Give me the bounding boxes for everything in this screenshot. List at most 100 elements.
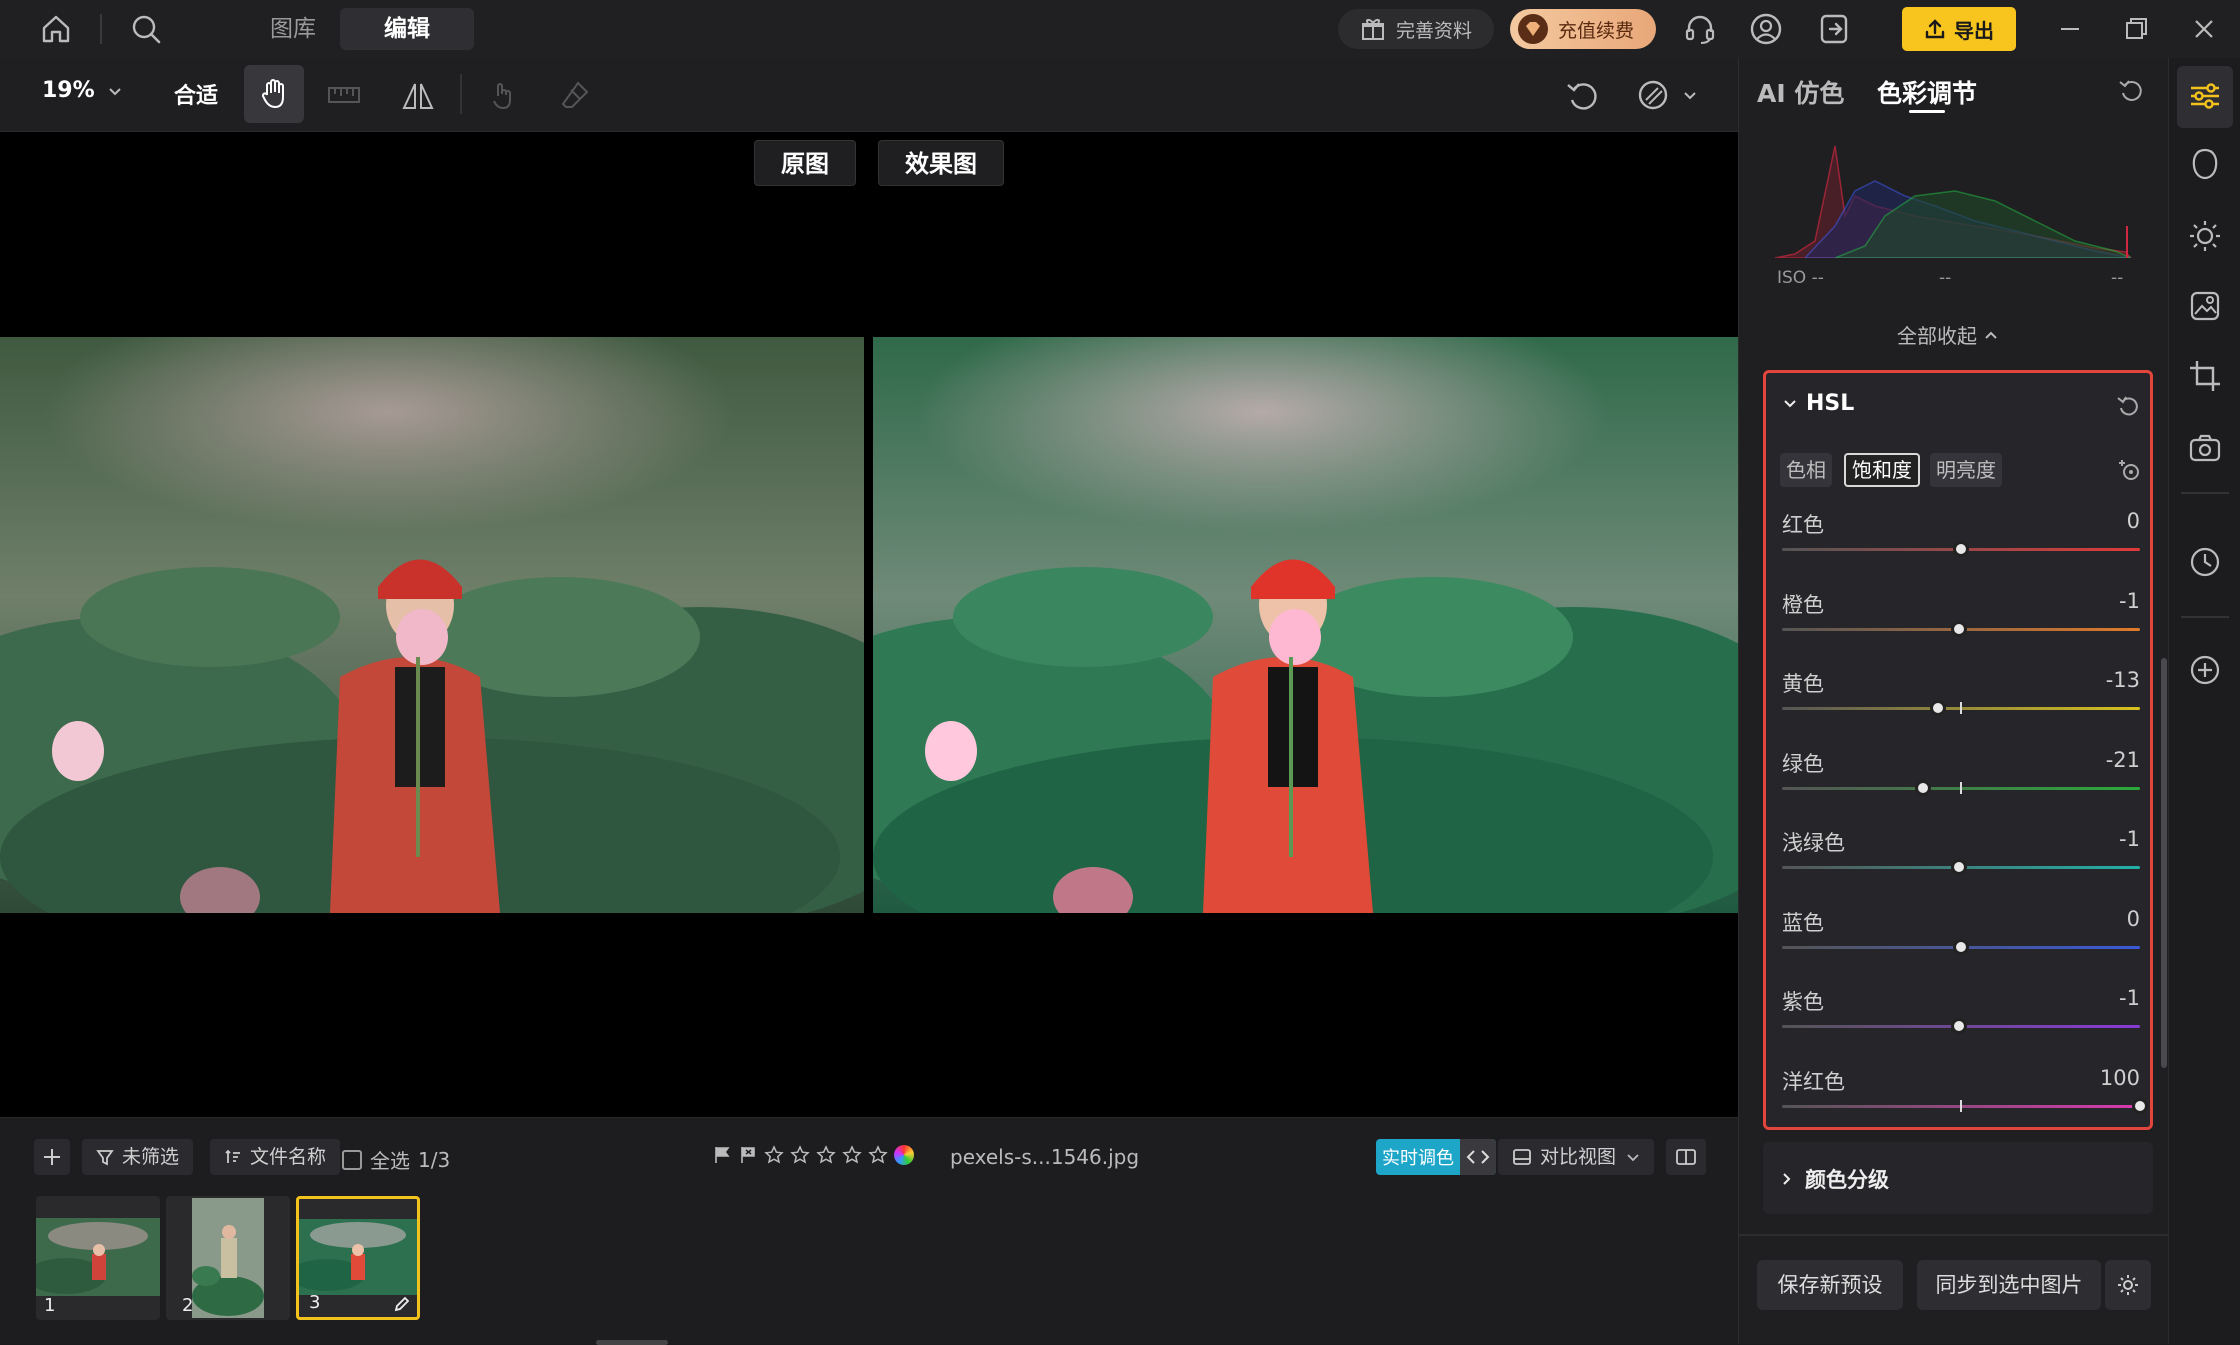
rating-bar bbox=[712, 1145, 914, 1165]
original-label: 原图 bbox=[754, 140, 856, 186]
reset-all-icon[interactable] bbox=[2117, 76, 2145, 104]
close-icon[interactable] bbox=[2186, 11, 2222, 47]
logout-icon[interactable] bbox=[1816, 11, 1852, 47]
hsl-tab-saturation[interactable]: 饱和度 bbox=[1844, 453, 1920, 487]
hsl-slider-knob[interactable] bbox=[1951, 859, 1968, 875]
hsl-slider-value[interactable]: -1 bbox=[2119, 986, 2140, 1010]
divider bbox=[460, 74, 462, 114]
crop-icon[interactable] bbox=[2187, 358, 2223, 394]
home-icon[interactable] bbox=[38, 11, 74, 47]
thumbnail-2[interactable]: 2 bbox=[166, 1196, 290, 1320]
color-grading-section[interactable]: 颜色分级 bbox=[1763, 1142, 2153, 1214]
filmstrip-scrollbar[interactable] bbox=[596, 1340, 668, 1345]
tab-color-adjust[interactable]: 色彩调节 bbox=[1877, 74, 1977, 110]
hsl-slider-label: 洋红色 bbox=[1782, 1069, 1845, 1094]
hsl-slider-label: 黄色 bbox=[1782, 672, 1824, 696]
eraser-icon[interactable] bbox=[558, 78, 592, 112]
hsl-slider-knob[interactable] bbox=[1951, 1018, 1968, 1034]
complete-profile-button[interactable]: 完善资料 bbox=[1338, 9, 1495, 49]
split-view-button[interactable] bbox=[1666, 1139, 1706, 1175]
flip-icon[interactable] bbox=[400, 78, 436, 114]
sun-icon[interactable] bbox=[2187, 218, 2223, 254]
tab-edit[interactable]: 编辑 bbox=[340, 8, 474, 50]
filename: pexels-s...1546.jpg bbox=[950, 1145, 1140, 1169]
search-icon[interactable] bbox=[128, 11, 164, 47]
hsl-slider-knob[interactable] bbox=[1953, 938, 1969, 955]
touch-icon[interactable] bbox=[486, 78, 520, 112]
history-icon[interactable] bbox=[2187, 544, 2223, 580]
sort-button[interactable]: 文件名称 bbox=[210, 1139, 341, 1175]
hsl-slider-knob[interactable] bbox=[2132, 1097, 2148, 1114]
iso-label: ISO -- bbox=[1777, 268, 1824, 288]
compare-view-select[interactable]: 对比视图 bbox=[1498, 1139, 1655, 1175]
thumbnail-3[interactable]: 3 bbox=[296, 1196, 420, 1320]
star-icon[interactable] bbox=[764, 1145, 784, 1165]
thumbnail-index: 1 bbox=[44, 1295, 56, 1316]
thumbnail-1[interactable]: 1 bbox=[36, 1196, 160, 1320]
target-adjust-icon[interactable] bbox=[2116, 457, 2142, 483]
save-preset-button[interactable]: 保存新预设 bbox=[1757, 1260, 1903, 1310]
restore-icon[interactable] bbox=[2118, 11, 2154, 47]
hsl-slider-knob[interactable] bbox=[1915, 779, 1932, 796]
add-image-button[interactable] bbox=[34, 1139, 70, 1175]
settings-button[interactable] bbox=[2105, 1260, 2151, 1310]
hsl-reset-icon[interactable] bbox=[2116, 393, 2140, 417]
sync-button[interactable]: 同步到选中图片 bbox=[1917, 1260, 2101, 1310]
hsl-slider-knob[interactable] bbox=[1953, 541, 1969, 557]
image-canvas[interactable]: 原图 效果图 bbox=[0, 132, 1738, 1117]
hsl-slider-value[interactable]: 100 bbox=[2100, 1066, 2140, 1090]
undo-icon[interactable] bbox=[1564, 76, 1602, 114]
edit-toolbar: 19% 合适 bbox=[0, 58, 1738, 132]
overlay-mode-select[interactable] bbox=[1634, 76, 1698, 114]
headset-icon[interactable] bbox=[1682, 11, 1718, 47]
complete-profile-label: 完善资料 bbox=[1396, 19, 1473, 42]
star-icon[interactable] bbox=[816, 1145, 836, 1165]
flag-icon[interactable] bbox=[712, 1145, 732, 1165]
hsl-slider-value[interactable]: -1 bbox=[2119, 589, 2140, 613]
plus-icon bbox=[42, 1147, 62, 1167]
zoom-select[interactable]: 19% bbox=[42, 78, 123, 103]
star-icon[interactable] bbox=[790, 1145, 810, 1165]
collapse-all-button[interactable]: 全部收起 bbox=[1897, 320, 1999, 349]
reject-flag-icon[interactable] bbox=[738, 1145, 758, 1165]
hsl-tab-hue[interactable]: 色相 bbox=[1780, 453, 1832, 487]
fit-button[interactable]: 合适 bbox=[174, 78, 218, 110]
minimize-icon[interactable] bbox=[2052, 11, 2088, 47]
hsl-slider-value[interactable]: -21 bbox=[2106, 748, 2140, 772]
thumbnail-index: 2 bbox=[182, 1295, 194, 1316]
tab-ai-color[interactable]: AI 仿色 bbox=[1757, 74, 1844, 110]
image-edit-icon[interactable] bbox=[2187, 288, 2223, 324]
hsl-slider-knob[interactable] bbox=[1929, 700, 1946, 716]
hsl-slider-value[interactable]: 0 bbox=[2127, 509, 2140, 533]
live-adjust-button[interactable]: 实时调色 bbox=[1376, 1139, 1496, 1175]
camera-icon[interactable] bbox=[2187, 430, 2223, 466]
color-grading-header[interactable]: 颜色分级 bbox=[1779, 1164, 1889, 1194]
selection-count: 1/3 bbox=[418, 1147, 451, 1172]
recharge-button[interactable]: 充值续费 bbox=[1510, 9, 1657, 49]
star-icon[interactable] bbox=[868, 1145, 888, 1165]
hsl-slider-value[interactable]: 0 bbox=[2127, 907, 2140, 931]
recharge-label: 充值续费 bbox=[1558, 19, 1635, 42]
hsl-header[interactable]: HSL bbox=[1782, 391, 1854, 416]
panel-scrollbar[interactable] bbox=[2161, 658, 2167, 1068]
color-label-icon[interactable] bbox=[894, 1145, 914, 1165]
hsl-slider-value[interactable]: -13 bbox=[2106, 668, 2140, 692]
hsl-slider-label: 蓝色 bbox=[1782, 910, 1824, 935]
add-circle-icon[interactable] bbox=[2187, 652, 2223, 688]
filter-icon bbox=[96, 1148, 114, 1166]
sliders-icon[interactable] bbox=[2187, 78, 2223, 114]
export-button[interactable]: 导出 bbox=[1902, 7, 2016, 51]
star-icon[interactable] bbox=[842, 1145, 862, 1165]
hsl-tab-luminance[interactable]: 明亮度 bbox=[1930, 453, 2002, 487]
user-icon[interactable] bbox=[1748, 11, 1784, 47]
face-icon[interactable] bbox=[2187, 146, 2223, 182]
star-rating[interactable] bbox=[764, 1145, 888, 1165]
layout-icon bbox=[1512, 1147, 1532, 1167]
select-all-checkbox[interactable]: 全选 1/3 bbox=[342, 1145, 450, 1174]
hand-tool-button[interactable] bbox=[244, 65, 304, 123]
gem-icon bbox=[1518, 14, 1548, 44]
hsl-slider-value[interactable]: -1 bbox=[2119, 827, 2140, 851]
hsl-slider-knob[interactable] bbox=[1951, 620, 1968, 637]
ruler-icon[interactable] bbox=[326, 78, 362, 114]
filter-button[interactable]: 未筛选 bbox=[82, 1139, 194, 1175]
